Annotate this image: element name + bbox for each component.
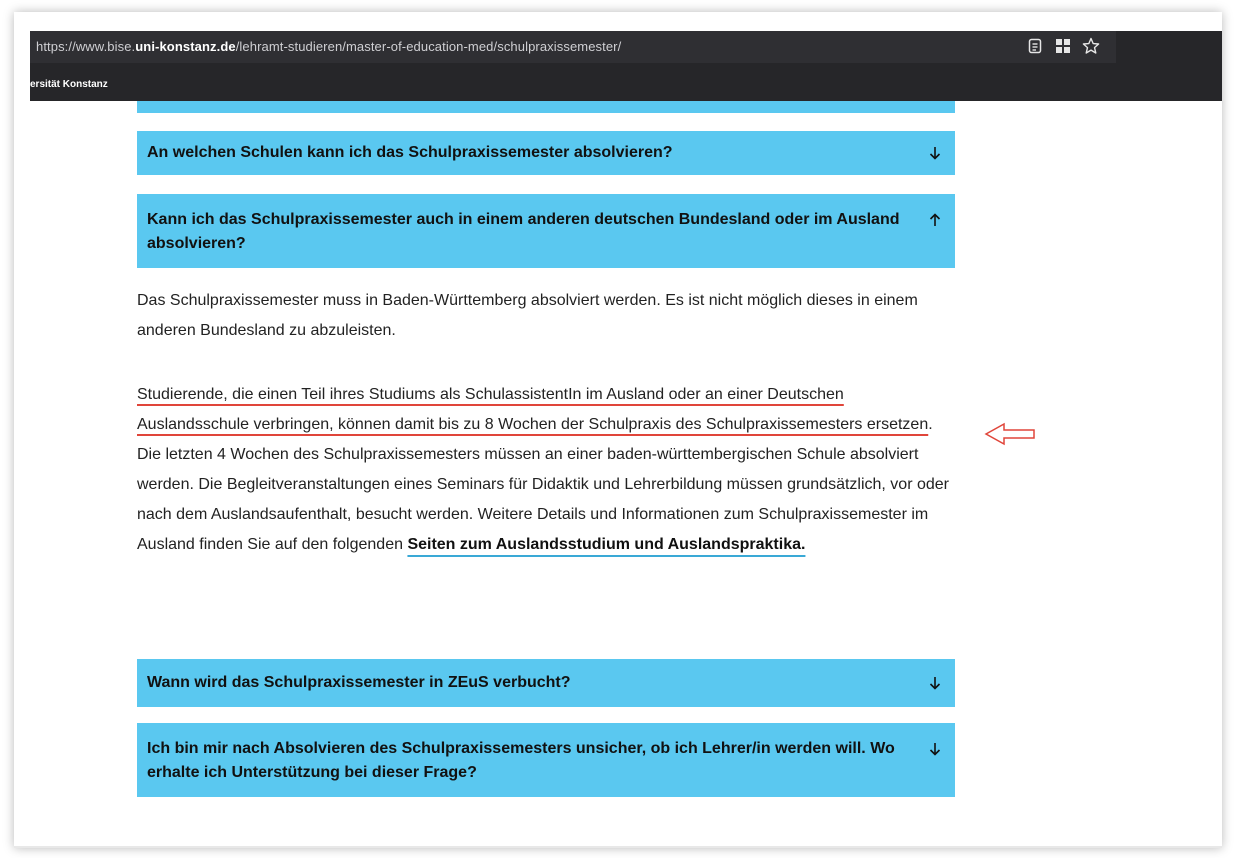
faq-question: Wann wird das Schulpraxissemester in ZEu…	[147, 674, 571, 691]
highlighted-passage: Studierende, die einen Teil ihres Studiu…	[137, 386, 929, 433]
chevron-up-icon[interactable]	[927, 212, 943, 228]
faq-item-support[interactable]: Ich bin mir nach Absolvieren des Schulpr…	[137, 723, 955, 797]
faq-question: Kann ich das Schulpraxissemester auch in…	[147, 211, 900, 252]
chevron-down-icon[interactable]	[927, 675, 943, 691]
annotation-arrow-icon	[984, 422, 1036, 451]
faq-item-schools[interactable]: An welchen Schulen kann ich das Schulpra…	[137, 131, 955, 175]
url-text[interactable]: https://www.bise.uni-konstanz.de/lehramt…	[36, 39, 621, 54]
faq-item-abroad[interactable]: Kann ich das Schulpraxissemester auch in…	[137, 194, 955, 268]
site-label: ersität Konstanz	[30, 79, 108, 90]
url-prefix: https://www.bise.	[36, 39, 136, 54]
divider	[14, 846, 1222, 848]
address-bar[interactable]: https://www.bise.uni-konstanz.de/lehramt…	[30, 31, 1116, 63]
faq-item-zeus[interactable]: Wann wird das Schulpraxissemester in ZEu…	[137, 659, 955, 707]
browser-toolbar: https://www.bise.uni-konstanz.de/lehramt…	[30, 31, 1222, 101]
answer-text: . Die letzten 4 Wochen des Schulpraxisse…	[137, 416, 949, 553]
chevron-down-icon[interactable]	[927, 741, 943, 757]
reader-icon[interactable]	[1026, 37, 1044, 55]
star-icon[interactable]	[1082, 37, 1100, 55]
faq-answer-p2: Studierende, die einen Teil ihres Studiu…	[137, 380, 957, 560]
chevron-down-icon[interactable]	[927, 145, 943, 161]
url-path: /lehramt-studieren/master-of-education-m…	[235, 39, 622, 54]
abroad-pages-link[interactable]: Seiten zum Auslandsstudium und Auslandsp…	[407, 536, 805, 553]
url-domain: uni-konstanz.de	[135, 39, 236, 54]
faq-question: Ich bin mir nach Absolvieren des Schulpr…	[147, 740, 895, 781]
toolbar-icons	[1026, 37, 1100, 55]
faq-answer-p1: Das Schulpraxissemester muss in Baden-Wü…	[137, 292, 918, 339]
faq-question: An welchen Schulen kann ich das Schulpra…	[147, 144, 673, 161]
grid-icon[interactable]	[1054, 37, 1072, 55]
accordion-item-partial[interactable]	[137, 101, 955, 113]
